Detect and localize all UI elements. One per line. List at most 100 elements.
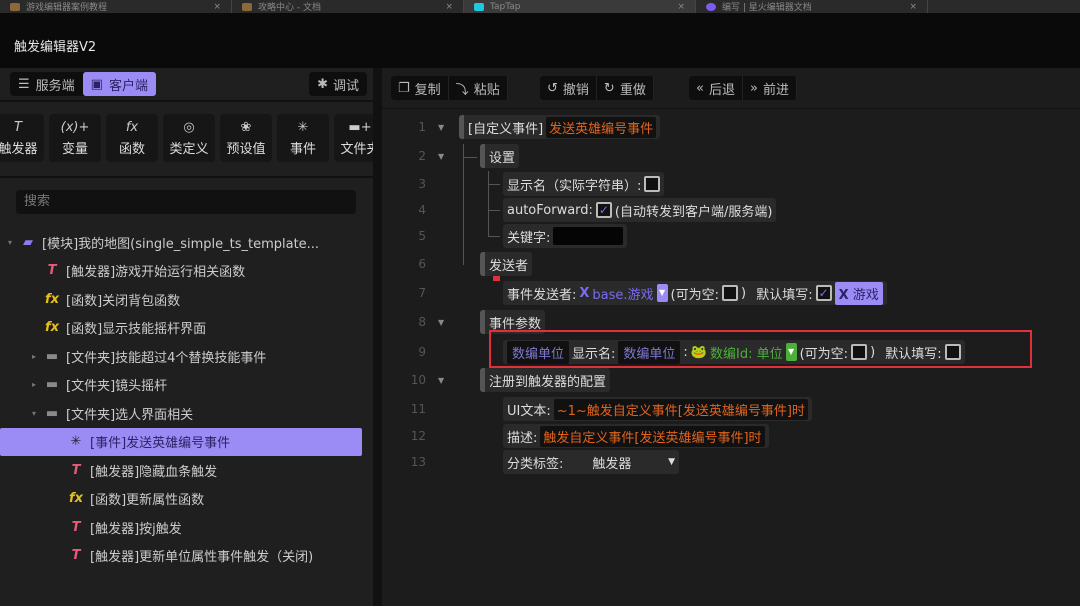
label: 描述: — [507, 430, 538, 446]
expand-arrow-icon[interactable]: ▾ — [32, 409, 42, 418]
collapse-toggle-icon[interactable]: ▼ — [438, 376, 444, 385]
browser-tab[interactable]: 攻略中心 - 文档 × — [232, 0, 464, 13]
tree-item[interactable]: fx [函数]更新属性函数 — [0, 485, 373, 514]
settings-node[interactable]: 设置 — [480, 144, 520, 168]
browser-tab-strip: 游戏编辑器案例教程 × 攻略中心 - 文档 × TapTap × 编写 | 星火编辑器… — [0, 0, 1080, 13]
tool-class[interactable]: ◎ 类定义 — [163, 114, 215, 162]
display-name-row: 显示名（实际字符串）: — [503, 172, 665, 196]
close-icon[interactable]: × — [909, 2, 917, 12]
tree-item[interactable]: T [触发器]更新单位属性事件触发（关闭) — [0, 542, 373, 571]
redo-button[interactable]: ↻ 重做 — [597, 76, 654, 100]
tool-function[interactable]: fx 函数 — [106, 114, 158, 162]
trigger-icon: T — [71, 519, 81, 535]
tool-trigger[interactable]: T 触发器 — [0, 114, 44, 162]
label: 复制 — [414, 82, 441, 98]
browser-tab[interactable]: 游戏编辑器案例教程 × — [0, 0, 232, 13]
paste-button[interactable]: ⤵ 粘贴 — [449, 76, 508, 100]
server-icon: ☰ — [18, 76, 30, 92]
collapse-toggle-icon[interactable]: ▼ — [438, 318, 444, 327]
sender-node[interactable]: 发送者 — [480, 252, 533, 276]
register-node[interactable]: 注册到触发器的配置 — [480, 368, 611, 392]
sender-row: 事件发送者: Xbase.游戏 ▼ (可为空:) 默认填写: ✓ X 游戏 — [503, 281, 887, 305]
tree-item[interactable]: ✳ [事件]发送英雄编号事件 — [0, 427, 362, 456]
undo-button[interactable]: ↺ 撤销 — [540, 76, 597, 100]
tree-item[interactable]: ▸ ▬ [文件夹]镜头摇杆 — [0, 371, 373, 400]
event-root-node[interactable]: [自定义事件] 发送英雄编号事件 — [459, 115, 661, 139]
desc-row: 描述: 触发自定义事件[发送英雄编号事件]时 — [503, 424, 769, 448]
collapse-toggle-icon[interactable]: ▼ — [438, 123, 444, 132]
ui-text-field[interactable]: ~1~触发自定义事件[发送英雄编号事件]时 — [553, 398, 808, 420]
label: 前进 — [762, 82, 789, 98]
paste-icon: ⤵ — [455, 82, 469, 98]
close-icon[interactable]: × — [445, 2, 453, 12]
tool-event[interactable]: ✳ 事件 — [277, 114, 329, 162]
keyword-row: 关键字: — [503, 224, 628, 248]
event-icon: ✳ — [297, 119, 309, 135]
line-number: 7 — [418, 286, 426, 300]
close-icon[interactable]: × — [213, 2, 221, 12]
tab-server[interactable]: ☰ 服务端 — [10, 72, 83, 96]
tree-item[interactable]: ▾ ▬ [文件夹]选人界面相关 — [0, 399, 373, 428]
tree-connector — [463, 144, 477, 158]
phone-icon: ▣ — [90, 76, 103, 92]
tree-item[interactable]: fx [函数]显示技能摇杆界面 — [0, 314, 373, 343]
default-checkbox[interactable]: ✓ — [815, 285, 832, 301]
side-switch: ☰ 服务端 ▣ 客户端 — [10, 72, 156, 96]
keyword-input[interactable] — [553, 227, 624, 245]
type-x-icon: X — [838, 287, 849, 303]
undo-icon: ↺ — [547, 80, 558, 96]
tree-connector — [488, 211, 500, 237]
tree-item[interactable]: ▾ ▰ [模块]我的地图(single_simple_ts_template... — [0, 228, 373, 257]
line-number: 3 — [418, 177, 426, 191]
value: 游戏 — [852, 287, 879, 303]
tool-preset[interactable]: ❀ 预设值 — [220, 114, 272, 162]
expand-arrow-icon[interactable]: ▸ — [32, 352, 42, 361]
close-icon[interactable]: × — [677, 2, 685, 12]
tool-label: 事件 — [289, 141, 316, 157]
tab-label: 客户端 — [108, 78, 148, 94]
search-input[interactable]: 搜索 — [16, 190, 356, 214]
debug-button[interactable]: ✱ 调试 — [309, 72, 367, 96]
line-number: 11 — [410, 402, 426, 416]
display-name-checkbox[interactable] — [644, 176, 661, 192]
tree-item[interactable]: fx [函数]关闭背包函数 — [0, 285, 373, 314]
node-prefix: [自定义事件] — [468, 121, 544, 137]
event-name-field[interactable]: 发送英雄编号事件 — [546, 116, 657, 138]
label: 粘贴 — [473, 82, 500, 98]
tab-title: 编写 | 星火编辑器文档 — [722, 3, 812, 13]
tree-item[interactable]: ▸ ▬ [文件夹]技能超过4个替换技能事件 — [0, 342, 373, 371]
tool-variable[interactable]: (x)+ 变量 — [49, 114, 101, 162]
left-panel: ☰ 服务端 ▣ 客户端 ✱ 调试 T 触发器 (x)+ 变量 fx 函数 ◎ 类定义 ❀ 预设值 ✳ 事件 ▬… — [0, 68, 386, 606]
class-icon: ◎ — [183, 119, 195, 135]
chevron-down-icon[interactable]: ▼ — [656, 284, 668, 302]
redo-icon: ↻ — [603, 80, 615, 96]
auto-forward-checkbox[interactable]: ✓ — [595, 202, 612, 218]
browser-tab[interactable]: TapTap × — [464, 0, 696, 13]
ui-text-row: UI文本: ~1~触发自定义事件[发送英雄编号事件]时 — [503, 397, 812, 421]
tree-item[interactable]: T [触发器]隐藏血条触发 — [0, 456, 373, 485]
browser-tab[interactable]: 编写 | 星火编辑器文档 × — [696, 0, 928, 13]
tab-title: TapTap — [490, 1, 521, 12]
panel-splitter[interactable] — [373, 68, 382, 606]
forward-button[interactable]: » 前进 — [743, 76, 797, 100]
tree-item-label: [触发器]隐藏血条触发 — [90, 464, 218, 480]
tab-client[interactable]: ▣ 客户端 — [82, 72, 156, 96]
desc-field[interactable]: 触发自定义事件[发送英雄编号事件]时 — [540, 425, 765, 447]
expand-arrow-icon[interactable]: ▸ — [32, 380, 42, 389]
category-value: 触发器 — [592, 456, 632, 472]
tree-item[interactable]: T [触发器]游戏开始运行相关函数 — [0, 257, 373, 286]
tree-item-label: [文件夹]选人界面相关 — [66, 407, 194, 423]
chevron-down-icon[interactable]: ▼ — [668, 457, 675, 467]
default-value[interactable]: X 游戏 — [834, 281, 883, 305]
sender-type: base.游戏 — [592, 287, 654, 303]
collapse-toggle-icon[interactable]: ▼ — [438, 152, 444, 161]
copy-button[interactable]: ❐ 复制 — [391, 76, 449, 100]
tree-item-label: [函数]关闭背包函数 — [66, 293, 181, 309]
category-row[interactable]: 分类标签: 触发器 ▼ — [503, 450, 679, 474]
back-button[interactable]: «后退 — [689, 76, 743, 100]
nullable-checkbox[interactable] — [722, 285, 738, 301]
tree-item[interactable]: T [触发器]按j触发 — [0, 513, 373, 542]
bug-icon: ✱ — [317, 76, 328, 92]
tool-label: 变量 — [61, 141, 88, 157]
expand-arrow-icon[interactable]: ▾ — [8, 238, 18, 247]
